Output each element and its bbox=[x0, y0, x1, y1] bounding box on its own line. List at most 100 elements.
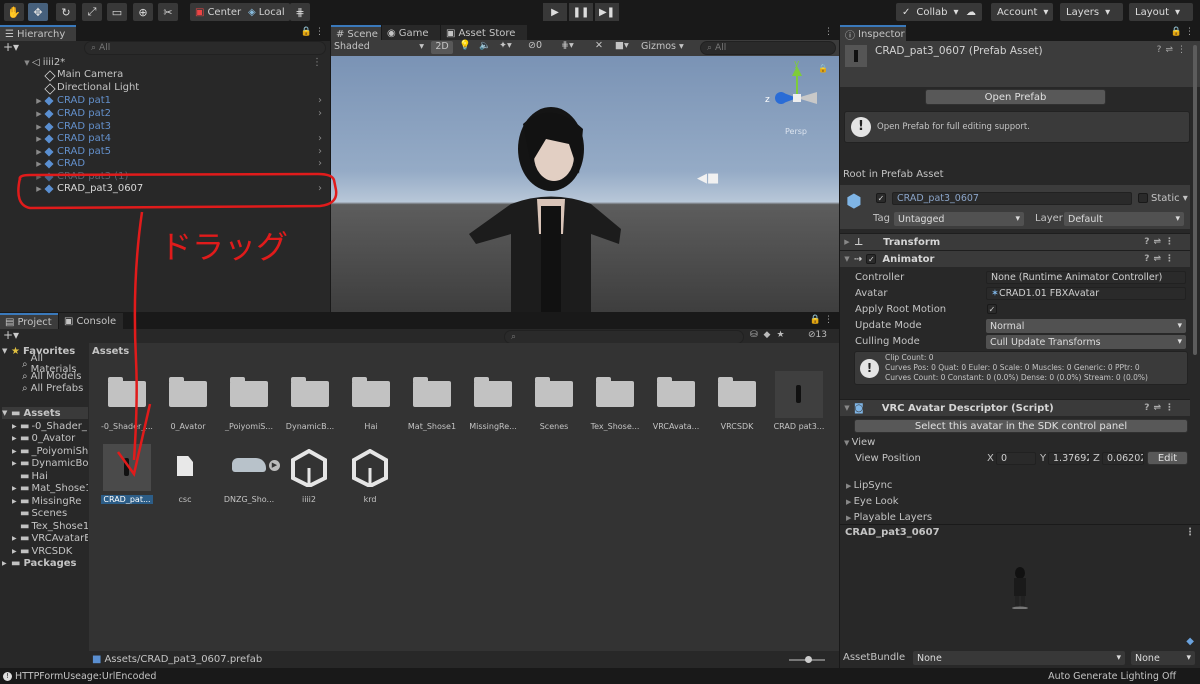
tree-folder[interactable]: ▶ ▬ 0_Avator bbox=[12, 432, 75, 444]
panel-menu-icon[interactable]: 🔒 ⋮ bbox=[301, 27, 324, 37]
chevron-right-icon[interactable]: › bbox=[318, 183, 322, 194]
tree-folder[interactable]: ▬ Scenes bbox=[20, 507, 67, 519]
tree-packages[interactable]: ▶ ▬ Packages bbox=[2, 557, 76, 569]
create-plus-icon[interactable]: +▾ bbox=[3, 40, 19, 54]
gizmos-dropdown[interactable]: Gizmos ▾ bbox=[641, 41, 684, 52]
tree-assets[interactable]: ▼ ▬ Assets bbox=[2, 407, 88, 419]
hierarchy-item-main-camera[interactable]: Main Camera bbox=[0, 68, 330, 81]
culling-mode-dropdown[interactable]: Cull Update Transforms bbox=[986, 335, 1186, 349]
view-z-field[interactable]: 0.06202 bbox=[1102, 452, 1144, 465]
tab-game[interactable]: ◉ Game bbox=[382, 25, 440, 41]
more-icon[interactable]: ⋮ bbox=[1185, 527, 1195, 538]
unity-scene-icon[interactable] bbox=[290, 449, 328, 487]
hierarchy-item-crad-pat1[interactable]: ▶ CRAD pat1 › bbox=[0, 94, 330, 107]
transform-tool-icon[interactable]: ⊕ bbox=[133, 3, 153, 21]
grid-snap-icon[interactable]: ⋕ bbox=[290, 3, 310, 21]
hierarchy-item-crad-pat2[interactable]: ▶ CRAD pat2 › bbox=[0, 107, 330, 120]
panel-menu-icon[interactable]: 🔒 ⋮ bbox=[810, 315, 833, 325]
folder-item[interactable] bbox=[413, 377, 451, 407]
chevron-right-icon[interactable]: › bbox=[318, 158, 322, 169]
account-dropdown[interactable]: Account ▾ bbox=[991, 3, 1053, 21]
root-motion-checkbox[interactable]: ✓ bbox=[987, 304, 997, 315]
tree-folder[interactable]: ▶ ▬ VRCSDK bbox=[12, 545, 72, 557]
folder-item[interactable] bbox=[108, 377, 146, 407]
tree-folder[interactable]: ▬ Hai bbox=[20, 470, 48, 482]
tab-asset-store[interactable]: ▣ Asset Store bbox=[441, 25, 527, 41]
tree-folder[interactable]: ▬ Tex_Shose1 bbox=[20, 520, 88, 532]
pivot-center-button[interactable]: ▣ Center bbox=[190, 3, 247, 21]
scene-viewport[interactable]: y z Persp 🔒 ◀■ bbox=[331, 56, 839, 312]
tree-all-prefabs[interactable]: ⌕ All Prefabs bbox=[22, 382, 83, 394]
controller-field[interactable]: None (Runtime Animator Controller) bbox=[986, 271, 1186, 284]
zoom-slider[interactable] bbox=[789, 656, 825, 663]
hand-tool-icon[interactable]: ✋ bbox=[4, 3, 24, 21]
prefab-thumbnail[interactable] bbox=[775, 371, 823, 418]
tree-folder[interactable]: ▶ ▬ DynamicBo bbox=[12, 457, 88, 469]
rect-tool-icon[interactable]: ▭ bbox=[107, 3, 127, 21]
tree-all-materials[interactable]: ⌕ All Materials bbox=[22, 353, 88, 375]
play-button[interactable]: ▶ bbox=[543, 3, 567, 21]
text-file-icon[interactable] bbox=[177, 456, 193, 476]
folder-item[interactable] bbox=[169, 377, 207, 407]
chevron-right-icon[interactable]: › bbox=[318, 108, 322, 119]
tag-dropdown[interactable]: Untagged bbox=[894, 212, 1024, 226]
collab-button[interactable]: ✓ Collab ▾ bbox=[896, 3, 965, 21]
toggle-2d-button[interactable]: 2D bbox=[431, 41, 453, 54]
chevron-right-icon[interactable]: › bbox=[318, 133, 322, 144]
folder-item[interactable] bbox=[474, 377, 512, 407]
scene-search-input[interactable]: ⌕ All bbox=[700, 41, 836, 55]
layout-dropdown[interactable]: Layout ▾ bbox=[1129, 3, 1193, 21]
pause-button[interactable]: ❚❚ bbox=[569, 3, 593, 21]
tab-scene[interactable]: # Scene bbox=[331, 25, 381, 41]
breadcrumb[interactable]: Assets bbox=[92, 346, 129, 357]
vrc-descriptor-header[interactable]: ▼ ◙ VRC Avatar Descriptor (Script) ?⇌⋮ bbox=[840, 399, 1190, 416]
tab-console[interactable]: ▣ Console bbox=[59, 313, 123, 329]
preview-header[interactable]: CRAD_pat3_0607 ⋮ bbox=[840, 524, 1200, 539]
slider-handle[interactable] bbox=[805, 656, 812, 663]
assetbundle-dropdown[interactable]: None bbox=[913, 651, 1125, 665]
folder-item[interactable] bbox=[230, 377, 268, 407]
playable-layers-foldout[interactable]: ▶ Playable Layers bbox=[846, 512, 932, 523]
view-x-field[interactable]: 0 bbox=[996, 452, 1036, 465]
hierarchy-item-directional-light[interactable]: Directional Light bbox=[0, 81, 330, 94]
tab-hierarchy[interactable]: ☰ Hierarchy bbox=[0, 25, 76, 41]
hidden-objects-icon[interactable]: ⊘0 bbox=[528, 40, 542, 51]
chevron-right-icon[interactable]: › bbox=[318, 95, 322, 106]
panel-menu-icon[interactable]: 🔒 ⋮ bbox=[1171, 27, 1194, 37]
folder-item[interactable] bbox=[718, 377, 756, 407]
tree-folder[interactable]: ▶ ▬ MissingRe bbox=[12, 495, 81, 507]
prefab-thumbnail-selected[interactable] bbox=[103, 444, 151, 491]
component-menu-icons[interactable]: ?⇌⋮ bbox=[1144, 254, 1178, 264]
tab-inspector[interactable]: ⓘ Inspector bbox=[840, 25, 906, 42]
animator-component-header[interactable]: ▼ ⇢ ✓ Animator ?⇌⋮ bbox=[840, 250, 1190, 267]
component-menu-icons[interactable]: ?⇌⋮ bbox=[1144, 403, 1178, 413]
create-plus-icon[interactable]: +▾ bbox=[3, 328, 19, 342]
audio-toggle-icon[interactable]: 🔈 bbox=[479, 40, 491, 51]
unity-scene-icon[interactable] bbox=[351, 449, 389, 487]
tree-folder[interactable]: ▶ ▬ VRCAvatarE bbox=[12, 532, 88, 544]
static-checkbox[interactable] bbox=[1138, 193, 1148, 206]
hierarchy-item-crad-pat4[interactable]: ▶ CRAD pat4 › bbox=[0, 132, 330, 145]
transform-component-header[interactable]: ▶ ⊥ Transform ?⇌⋮ bbox=[840, 233, 1190, 250]
view-foldout[interactable]: ▼ View bbox=[844, 437, 875, 448]
camera-icon[interactable]: ■▾ bbox=[615, 40, 629, 51]
inspector-scrollbar[interactable] bbox=[1193, 45, 1197, 355]
hierarchy-search-input[interactable]: ⌕ All bbox=[84, 41, 326, 55]
component-menu-icons[interactable]: ?⇌⋮ bbox=[1144, 237, 1178, 247]
open-prefab-button[interactable]: Open Prefab bbox=[925, 89, 1106, 105]
tag-icon[interactable]: ◆ bbox=[1186, 636, 1194, 647]
cloud-icon[interactable]: ☁ bbox=[960, 3, 982, 21]
hidden-packages-icon[interactable]: ⊘13 bbox=[808, 330, 827, 340]
sdk-select-button[interactable]: Select this avatar in the SDK control pa… bbox=[854, 419, 1188, 433]
move-tool-icon[interactable]: ✥ bbox=[28, 3, 48, 21]
layer-dropdown[interactable]: Default bbox=[1064, 212, 1184, 226]
shoe-model-icon[interactable] bbox=[232, 458, 266, 472]
folder-item[interactable] bbox=[657, 377, 695, 407]
tree-folder[interactable]: ▶ ▬ _PoiyomiSh bbox=[12, 445, 88, 457]
header-icons[interactable]: ?⇌⋮ bbox=[1157, 45, 1190, 55]
panel-menu-icon[interactable]: ⋮ bbox=[824, 27, 833, 37]
more-icon[interactable]: ⋮ bbox=[312, 57, 322, 68]
lipsync-foldout[interactable]: ▶ LipSync bbox=[846, 480, 892, 491]
folder-item[interactable] bbox=[291, 377, 329, 407]
folder-item[interactable] bbox=[535, 377, 573, 407]
